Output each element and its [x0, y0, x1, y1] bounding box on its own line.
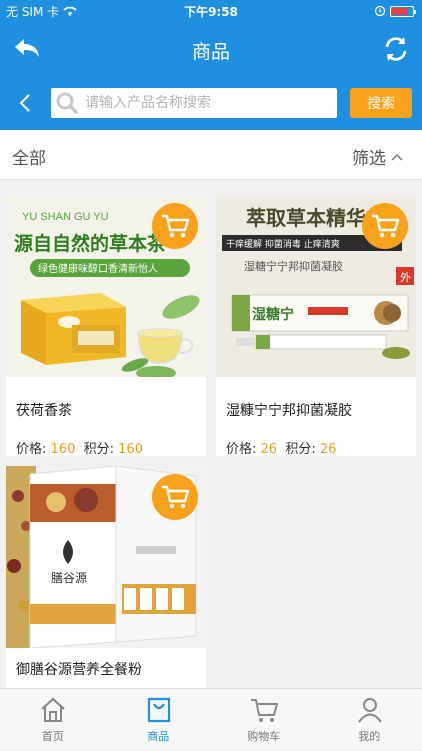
points-value: 160 [118, 442, 143, 457]
filter-toggle[interactable]: 筛选 [352, 144, 404, 169]
tab-cart[interactable]: 购物车 [211, 689, 317, 751]
product-grid: YU SHAN GU YU 源自自然的草本茶 绿色健康味醇口香清新怡人 [0, 180, 422, 688]
cart-icon [160, 213, 190, 239]
points-value: 26 [320, 442, 337, 457]
image-text-brand-en: YU SHAN GU YU [22, 211, 109, 223]
add-to-cart-button[interactable] [362, 203, 408, 249]
image-text-box-brand: 湿糖宁 [252, 306, 294, 323]
image-text-slogan: 源自自然的草本茶 [14, 232, 167, 255]
search-icon [55, 91, 79, 115]
price-label: 价格: [16, 442, 46, 457]
user-icon [355, 695, 385, 725]
image-text-headline: 萃取草本精华 [246, 206, 366, 230]
search-button[interactable]: 搜索 [350, 88, 412, 118]
search-box [51, 88, 337, 118]
tab-label: 商品 [106, 728, 212, 744]
filter-all[interactable]: 全部 [12, 144, 46, 169]
product-price-row: 价格: 160 积分: 160 [16, 438, 143, 457]
product-name: 茯荷香茶 [16, 400, 72, 420]
cart-icon [370, 213, 400, 239]
product-name: 湿糠宁宁邦抑菌凝胶 [226, 400, 352, 420]
refresh-icon[interactable] [382, 35, 410, 63]
tab-profile[interactable]: 我的 [317, 689, 422, 751]
filter-row: 全部 筛选 [0, 130, 422, 180]
tab-label: 首页 [0, 728, 106, 744]
price-value: 26 [261, 442, 278, 457]
status-bar: 无 SIM 卡 下午9:58 [0, 0, 422, 22]
image-text-brand: 膳谷源 [51, 570, 87, 585]
nav-bar: 商品 [0, 22, 422, 76]
bag-icon [144, 695, 174, 725]
tab-label: 购物车 [211, 728, 317, 744]
battery-icon [390, 6, 414, 17]
price-label: 价格: [226, 442, 256, 457]
points-label: 积分: [84, 442, 114, 457]
image-text-features: 干痒缓解 抑菌消毒 止痒清爽 [226, 238, 340, 250]
search-bar: 搜索 [0, 76, 422, 130]
filter-label: 筛选 [352, 144, 386, 169]
tab-products[interactable]: 商品 [106, 689, 212, 751]
search-input[interactable] [85, 88, 333, 118]
tab-bar: 首页 商品 购物车 我的 [0, 688, 422, 750]
image-text-subtitle: 绿色健康味醇口香清新怡人 [38, 262, 158, 275]
cart-icon [249, 695, 279, 725]
status-time: 下午9:58 [0, 3, 422, 20]
home-icon [38, 695, 68, 725]
product-price-row: 价格: 26 积分: 26 [226, 438, 336, 457]
image-text-product: 湿糖宁宁邦抑菌凝胶 [244, 259, 343, 273]
add-to-cart-button[interactable] [152, 474, 198, 520]
points-label: 积分: [285, 442, 315, 457]
chevron-left-icon[interactable] [18, 92, 32, 114]
tab-label: 我的 [317, 728, 422, 744]
product-image[interactable]: YU SHAN GU YU 源自自然的草本茶 绿色健康味醇口香清新怡人 [6, 195, 206, 377]
price-value: 160 [51, 442, 76, 457]
product-name: 御膳谷源营养全餐粉 [16, 659, 142, 679]
image-text-tag: 外 [400, 271, 411, 284]
cart-icon [160, 484, 190, 510]
product-card[interactable]: 膳谷源 御膳谷源营养全餐粉 [6, 466, 206, 688]
page-title: 商品 [0, 37, 422, 64]
status-indicators [374, 5, 414, 17]
product-image[interactable]: 膳谷源 [6, 466, 206, 648]
product-card[interactable]: 萃取草本精华 干痒缓解 抑菌消毒 止痒清爽 湿糖宁宁邦抑菌凝胶 外 湿糖宁 [216, 195, 416, 456]
alarm-icon [374, 5, 386, 17]
add-to-cart-button[interactable] [152, 203, 198, 249]
tab-home[interactable]: 首页 [0, 689, 106, 751]
chevron-up-icon [390, 152, 404, 162]
product-card[interactable]: YU SHAN GU YU 源自自然的草本茶 绿色健康味醇口香清新怡人 [6, 195, 206, 456]
product-image[interactable]: 萃取草本精华 干痒缓解 抑菌消毒 止痒清爽 湿糖宁宁邦抑菌凝胶 外 湿糖宁 [216, 195, 416, 377]
